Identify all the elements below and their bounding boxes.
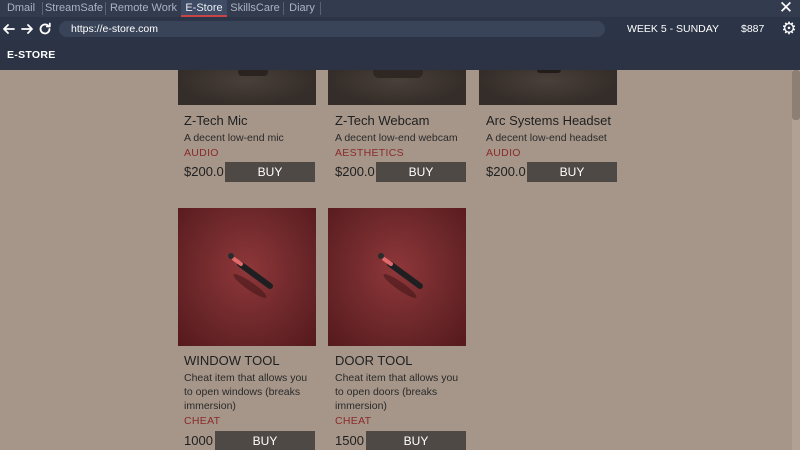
product-price: $200.0 <box>184 164 224 179</box>
product-category: AUDIO <box>486 147 521 159</box>
buy-button[interactable]: BUY <box>366 431 466 450</box>
product-title: WINDOW TOOL <box>184 353 280 368</box>
url-field[interactable]: https://e-store.com <box>59 21 605 37</box>
product-price: 1000 <box>184 433 213 448</box>
product-price: $200.0 <box>486 164 526 179</box>
product-image[interactable] <box>178 208 316 346</box>
scrollbar-thumb[interactable] <box>792 70 800 120</box>
arrow-left-icon[interactable] <box>1 17 17 41</box>
product-title: DOOR TOOL <box>335 353 413 368</box>
product-image[interactable] <box>178 70 316 105</box>
product-category: CHEAT <box>184 415 221 427</box>
address-bar: https://e-store.com WEEK 5 - SUNDAY $887… <box>0 17 800 41</box>
buy-button[interactable]: BUY <box>225 162 315 182</box>
product-description: A decent low-end headset <box>486 132 607 144</box>
tab-bar: Dmail StreamSafe Remote Work E-Store Ski… <box>0 0 800 17</box>
product-grid: Z-Tech Mic A decent low-end mic AUDIO $2… <box>0 70 800 450</box>
product-price: 1500 <box>335 433 364 448</box>
webcam-image <box>373 70 423 78</box>
tool-icon <box>228 253 273 298</box>
store-header: E-STORE <box>0 41 800 70</box>
buy-button[interactable]: BUY <box>527 162 617 182</box>
product-category: AESTHETICS <box>335 147 404 159</box>
product-description: Cheat item that allows you to open windo… <box>184 372 308 412</box>
arrow-right-icon[interactable] <box>19 17 35 41</box>
money-display: $887 <box>741 23 765 35</box>
product-image[interactable] <box>479 70 617 105</box>
close-icon[interactable]: ✕ <box>778 0 794 17</box>
tab-streamsafe[interactable]: StreamSafe <box>43 0 105 17</box>
mic-image <box>238 70 268 76</box>
headset-image <box>537 70 561 73</box>
product-description: A decent low-end webcam <box>335 132 458 144</box>
buy-button[interactable]: BUY <box>215 431 315 450</box>
tab-dmail[interactable]: Dmail <box>0 0 42 17</box>
reload-icon[interactable] <box>37 17 53 41</box>
tab-divider <box>320 2 321 15</box>
product-category: CHEAT <box>335 415 372 427</box>
product-price: $200.0 <box>335 164 375 179</box>
tab-diary[interactable]: Diary <box>284 0 320 17</box>
tab-e-store[interactable]: E-Store <box>181 0 227 17</box>
product-title: Z-Tech Mic <box>184 113 248 128</box>
scrollbar-track[interactable] <box>792 70 800 450</box>
date-display: WEEK 5 - SUNDAY <box>627 23 719 35</box>
tool-icon <box>378 253 423 298</box>
tab-skillscare[interactable]: SkillsCare <box>227 0 283 17</box>
product-image[interactable] <box>328 70 466 105</box>
tab-remote-work[interactable]: Remote Work <box>106 0 181 17</box>
page-title: E-STORE <box>7 49 56 61</box>
product-title: Z-Tech Webcam <box>335 113 430 128</box>
product-description: A decent low-end mic <box>184 132 284 144</box>
gear-icon[interactable]: ⚙ <box>780 17 798 41</box>
product-category: AUDIO <box>184 147 219 159</box>
product-title: Arc Systems Headset <box>486 113 611 128</box>
buy-button[interactable]: BUY <box>376 162 466 182</box>
product-image[interactable] <box>328 208 466 346</box>
product-description: Cheat item that allows you to open doors… <box>335 372 459 412</box>
